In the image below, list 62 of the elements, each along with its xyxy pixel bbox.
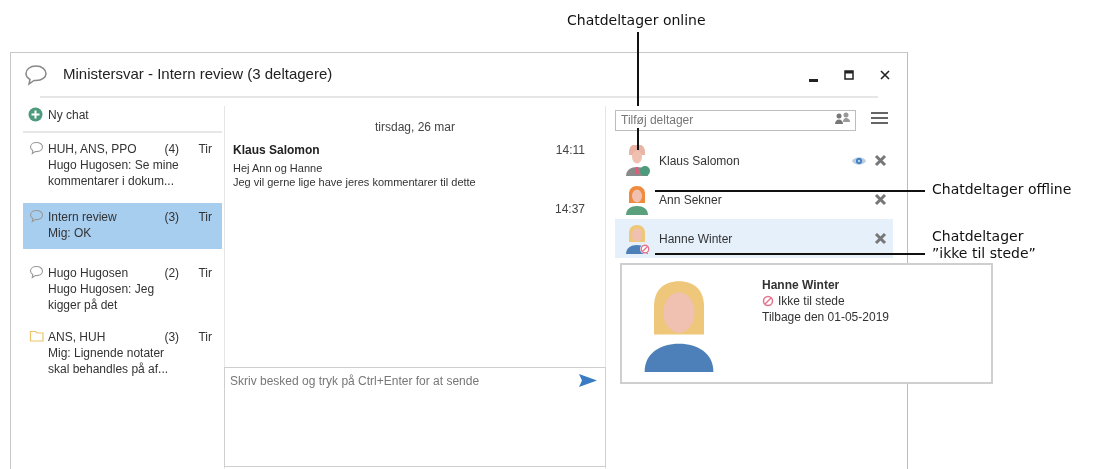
participant-name: Klaus Salomon xyxy=(659,152,740,170)
new-chat-button[interactable]: Ny chat xyxy=(23,98,222,131)
participant-name: Ann Sekner xyxy=(659,191,722,209)
send-icon[interactable] xyxy=(578,373,598,388)
conversation-title: ANS, HUH xyxy=(48,329,107,345)
conversation-item[interactable]: HUH, ANS, PPO (4) Tir Hugo Hugosen: Se mine kommentarer i dokum... xyxy=(23,135,222,197)
maximize-icon xyxy=(844,69,854,80)
speech-bubble-icon xyxy=(29,265,44,279)
close-icon xyxy=(873,193,887,206)
conversation-preview: Mig: Lignende notater skal behandles på af... xyxy=(48,345,170,377)
close-button[interactable] xyxy=(878,67,892,82)
callout-label: Chatdeltager ”ikke til stede” xyxy=(932,228,1036,262)
message-count: (2) xyxy=(164,265,181,281)
conversation-preview: Hugo Hugosen: Jeg kigger på det xyxy=(48,281,156,313)
conversation-item[interactable]: Intern review (3) Tir Mig: OK xyxy=(23,203,222,249)
date-label: tirsdag, 26 mar xyxy=(374,119,455,136)
add-participant-field[interactable]: Tilføj deltager xyxy=(615,109,856,131)
message-count: (4) xyxy=(164,141,181,157)
participant-row[interactable]: Klaus Salomon xyxy=(615,141,893,180)
plus-icon xyxy=(28,107,43,122)
message-count: (3) xyxy=(164,209,181,225)
speech-bubble-icon xyxy=(29,209,44,223)
participant-row[interactable]: Hanne Winter xyxy=(615,219,893,258)
conversation-day: Tir xyxy=(198,265,212,281)
message-input-field[interactable]: Skriv besked og tryk på Ctrl+Enter for at sende xyxy=(224,367,606,467)
conversation-title: Intern review xyxy=(48,209,118,225)
conversation-day: Tir xyxy=(198,329,212,345)
speech-bubble-icon xyxy=(29,141,44,155)
close-icon xyxy=(880,69,890,80)
contact-name: Hanne Winter xyxy=(762,277,841,293)
return-date-text: Tilbage den 01-05-2019 xyxy=(762,309,889,325)
callout-label: Chatdeltager online xyxy=(567,12,706,29)
message-time: 14:37 xyxy=(554,201,585,217)
minimize-icon xyxy=(808,78,818,82)
remove-participant-button[interactable] xyxy=(873,192,887,207)
conversation-item[interactable]: ANS, HUH (3) Tir Mig: Lignende notater skal behandles på af... xyxy=(23,323,222,385)
close-icon xyxy=(873,232,887,245)
conversation-item[interactable]: Hugo Hugosen (2) Tir Hugo Hugosen: Jeg kigger på det xyxy=(23,259,222,321)
folder-icon xyxy=(29,329,44,343)
window-title: Ministersvar - Intern review (3 deltagere) xyxy=(63,64,333,85)
close-icon xyxy=(873,154,887,167)
speech-bubble-icon xyxy=(24,63,48,86)
leader-line xyxy=(637,128,639,150)
conversation-preview: Hugo Hugosen: Se mine kommentarer i dokum... xyxy=(48,157,180,189)
conversation-title: HUH, ANS, PPO xyxy=(48,141,138,157)
message-time: 14:11 xyxy=(555,142,585,158)
message-text: Hej Ann og Hanne Jeg vil gerne lige have jeres kommentarer til dette xyxy=(233,161,477,189)
participant-name: Hanne Winter xyxy=(659,230,733,248)
conversation-day: Tir xyxy=(198,141,212,157)
message-count: (3) xyxy=(164,329,181,345)
conversation-day: Tir xyxy=(198,209,212,225)
callout-label: Chatdeltager offline xyxy=(932,181,1072,198)
status-text: Ikke til stede xyxy=(778,293,845,309)
remove-participant-button[interactable] xyxy=(873,153,887,168)
conversation-preview: Mig: OK xyxy=(48,225,93,241)
conversation-title: Hugo Hugosen xyxy=(48,265,130,281)
people-icon xyxy=(834,111,850,125)
maximize-button[interactable] xyxy=(842,67,856,82)
sender-name: Klaus Salomon xyxy=(233,142,320,158)
menu-button[interactable] xyxy=(871,109,889,126)
menu-icon xyxy=(871,110,888,125)
remove-participant-button[interactable] xyxy=(873,231,887,246)
